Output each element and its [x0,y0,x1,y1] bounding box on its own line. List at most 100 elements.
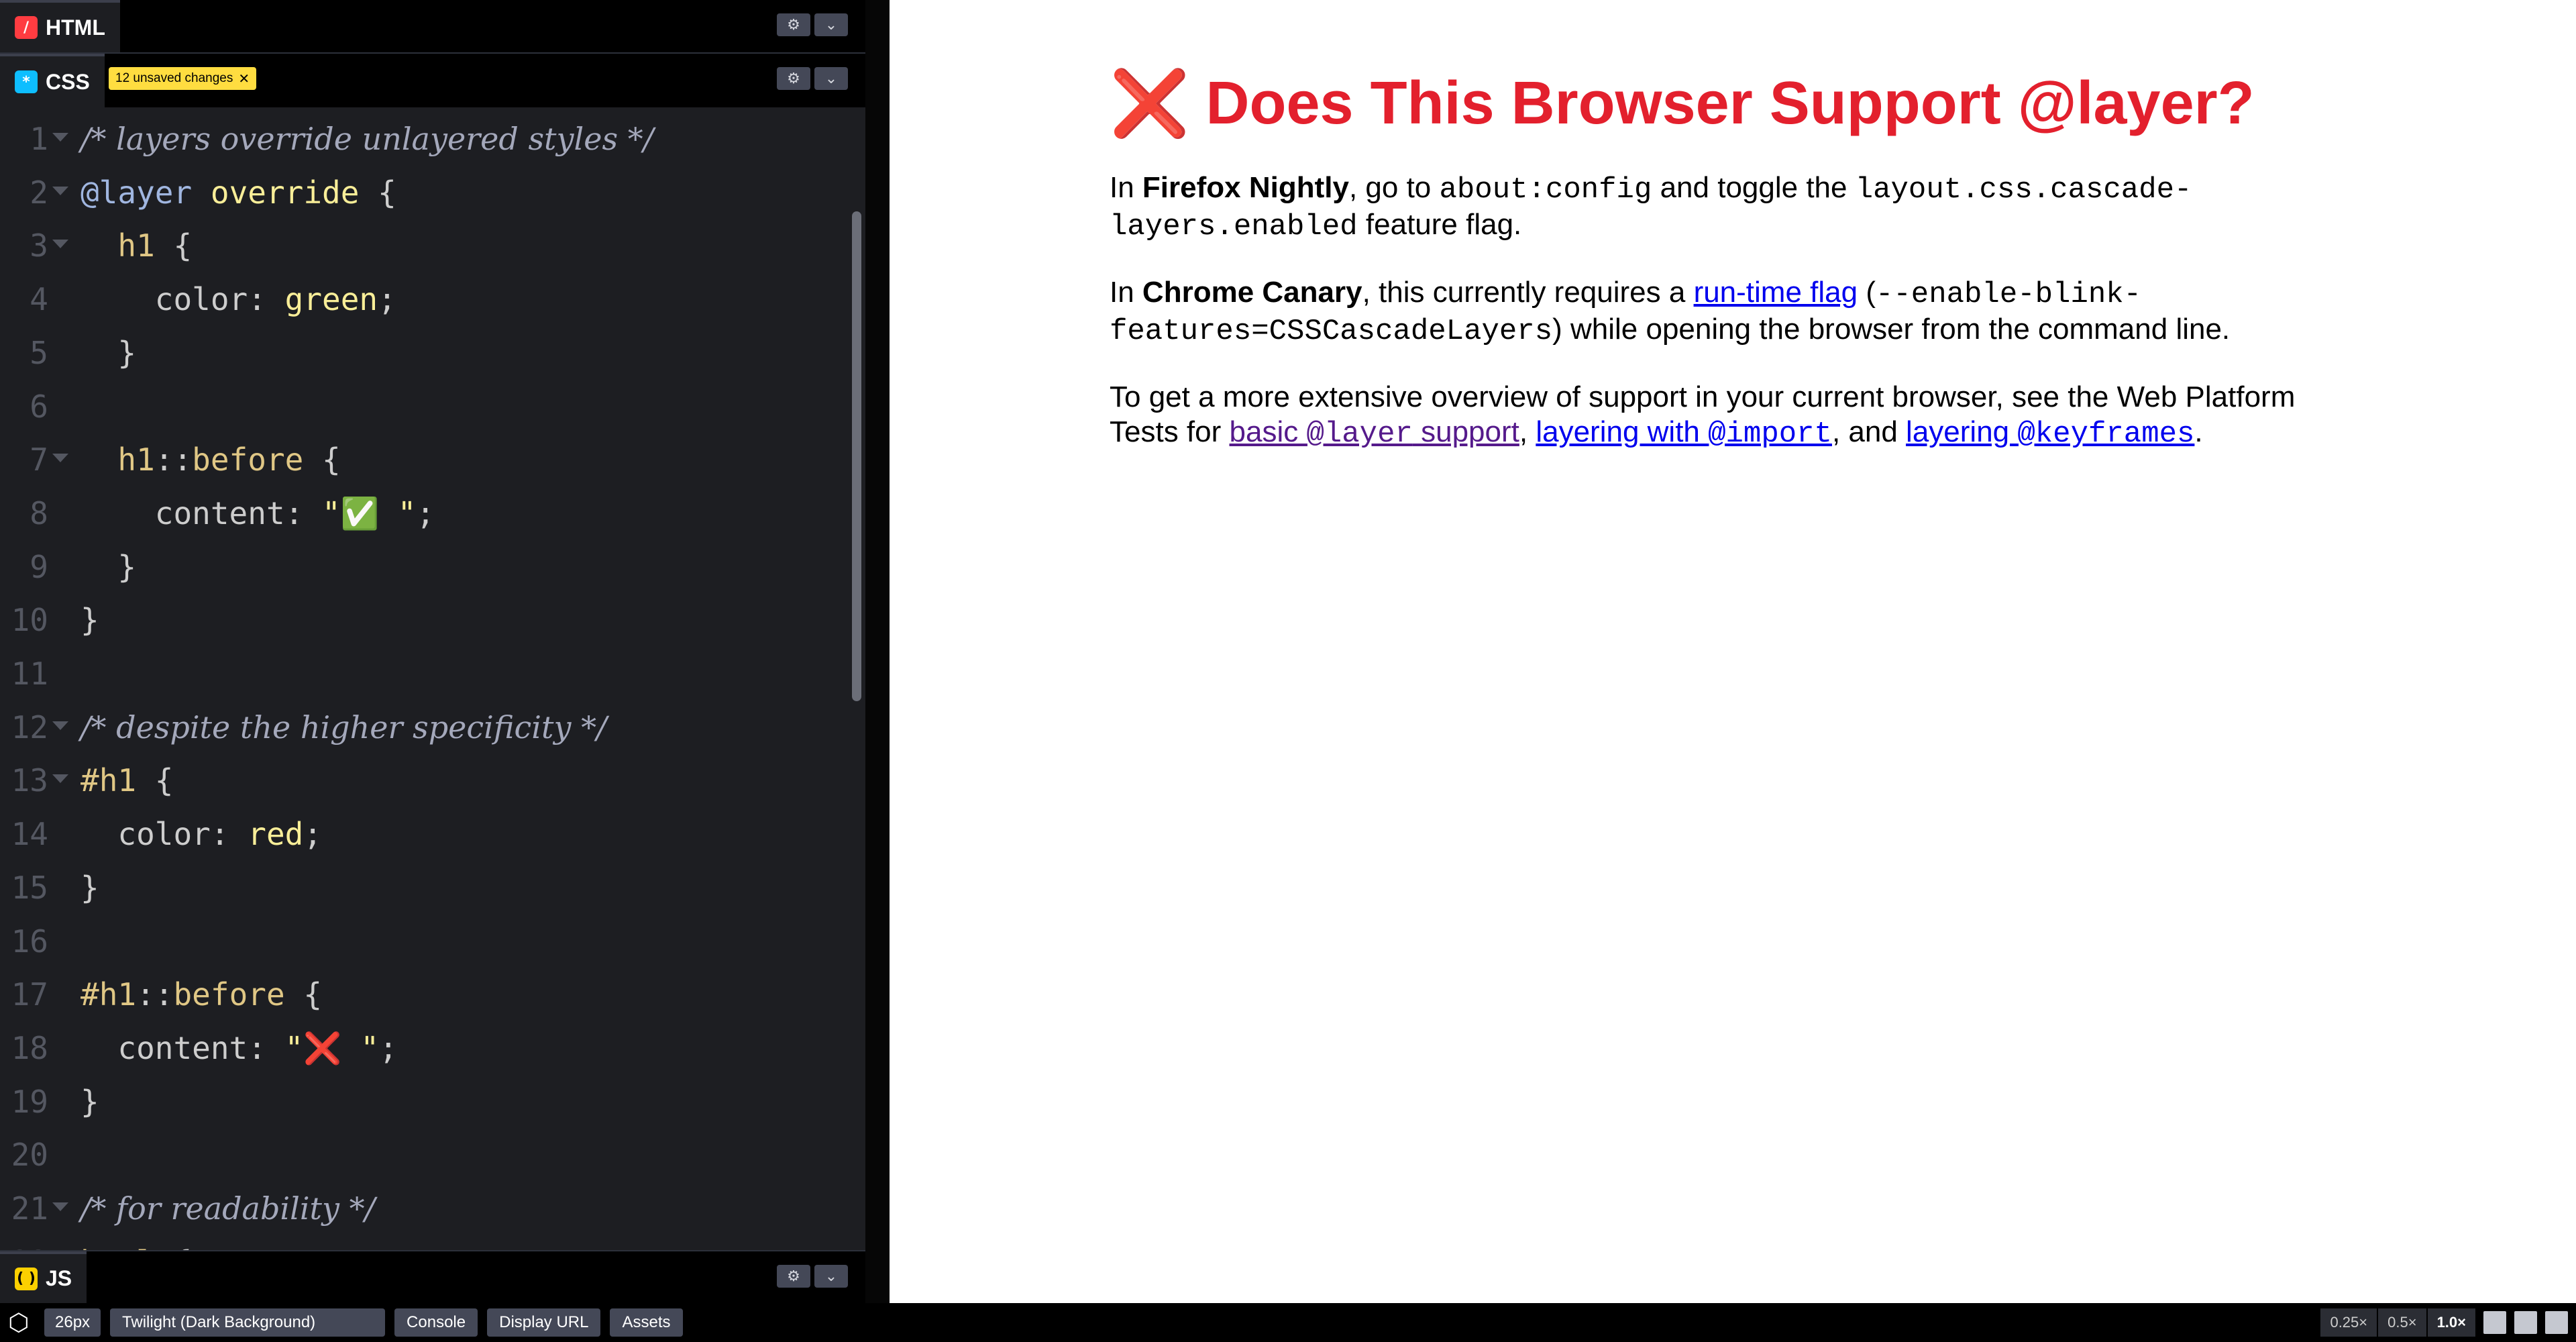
code-text: } [80,869,99,906]
firefox-nightly-label: Firefox Nightly [1142,171,1349,204]
link-text: basic [1229,415,1307,448]
code-line[interactable]: 2 @layer override { [0,166,852,219]
console-button[interactable]: Console [394,1308,478,1337]
editor-column: / HTML ⚙ ⌄ * CSS 12 unsaved changes ✕ ⚙ … [0,0,865,1303]
resize-divider[interactable] [865,0,890,1303]
js-tab-label: JS [46,1266,72,1290]
fold-arrow-icon[interactable] [52,721,68,730]
code-line[interactable]: 9 } [0,541,852,593]
js-panel-header: ( ) JS ⚙ ⌄ [0,1250,865,1303]
code-line[interactable]: 12 /* despite the higher specificity */ [0,701,852,754]
unsaved-changes-badge[interactable]: 12 unsaved changes ✕ [109,67,257,90]
line-number: 17 [11,976,48,1013]
chevron-down-icon: ⌄ [824,1268,838,1285]
css-settings-button[interactable]: ⚙ [777,67,810,90]
line-number: 21 [11,1190,48,1227]
line-number: 10 [11,602,48,639]
js-settings-button[interactable]: ⚙ [777,1265,810,1288]
code-text: content: "✅ "; [154,495,435,531]
fold-arrow-icon[interactable] [52,240,68,249]
js-tab[interactable]: ( ) JS [0,1251,87,1303]
code-line[interactable]: 10} [0,594,852,646]
line-number: 2 [30,174,48,211]
css-code-editor[interactable]: 1 /* layers override unlayered styles */ 2… [0,107,865,1250]
link-code: @keyframes [2017,417,2195,451]
display-url-button[interactable]: Display URL [487,1308,601,1337]
code-line[interactable]: 16 [0,915,852,968]
code-line[interactable]: 4 color: green; [0,273,852,325]
fold-arrow-icon[interactable] [52,1202,68,1211]
zoom-025-button[interactable]: 0.25× [2319,1308,2377,1337]
html-tab[interactable]: / HTML [0,0,120,52]
code-line[interactable]: 3 h1 { [0,219,852,272]
html-icon: / [15,16,38,39]
css-tab-label: CSS [46,69,90,94]
fold-arrow-icon[interactable] [52,774,68,784]
js-collapse-button[interactable]: ⌄ [814,1265,848,1288]
link-text: layering [1906,415,2018,448]
code-text: } [80,548,137,585]
html-tab-label: HTML [46,15,105,40]
code-line[interactable]: 8 content: "✅ "; [0,487,852,539]
code-text: color: red; [117,816,323,853]
line-number: 19 [11,1083,48,1120]
layout-top-icon[interactable] [2514,1311,2537,1334]
code-line[interactable]: 21 /* for readability */ [0,1182,852,1235]
code-text: } [80,1083,99,1120]
code-line[interactable]: 19} [0,1076,852,1128]
line-number: 13 [11,762,48,799]
line-number: 8 [30,495,48,531]
assets-button[interactable]: Assets [610,1308,683,1337]
code-line[interactable]: 22 html { [0,1236,852,1250]
code-line[interactable]: 6 [0,380,852,433]
code-line[interactable]: 5 } [0,327,852,379]
fold-arrow-icon[interactable] [52,454,68,463]
css-icon: * [15,70,38,93]
line-number: 15 [11,869,48,906]
code-text: } [80,602,99,639]
codepen-logo-icon[interactable]: ⬡ [4,1308,34,1337]
code-line[interactable]: 7 h1::before { [0,433,852,486]
layout-left-icon[interactable] [2483,1311,2506,1334]
css-tab[interactable]: * CSS [0,54,105,107]
fold-arrow-icon[interactable] [52,133,68,142]
css-collapse-button[interactable]: ⌄ [814,67,848,90]
zoom-05-button[interactable]: 0.5× [2377,1308,2426,1337]
code-line[interactable]: 20 [0,1129,852,1181]
line-number: 5 [30,334,48,371]
layout-right-icon[interactable] [2545,1311,2568,1334]
code-line[interactable]: 11 [0,648,852,700]
run-time-flag-link[interactable]: run-time flag [1694,276,1858,309]
basic-layer-support-link[interactable]: basic @layer support [1229,415,1519,451]
html-collapse-button[interactable]: ⌄ [814,13,848,36]
fold-arrow-icon[interactable] [52,186,68,195]
text: ) while opening the browser from the com… [1552,313,2231,346]
layering-keyframes-link[interactable]: layering @keyframes [1906,415,2195,451]
code-text: #h1::before { [80,976,323,1013]
code-text: html { [80,1236,192,1250]
code-line[interactable]: 15} [0,862,852,914]
firefox-paragraph: In Firefox Nightly, go to about:config a… [1110,170,2371,244]
line-number: 1 [30,121,48,157]
layering-with-import-link[interactable]: layering with @import [1536,415,1832,451]
code-line[interactable]: 13 #h1 { [0,754,852,807]
editor-scrollbar[interactable] [852,211,861,701]
theme-select[interactable]: Twilight (Dark Background) [110,1308,386,1337]
zoom-10-button[interactable]: 1.0× [2426,1308,2475,1337]
line-number: 3 [30,227,48,264]
html-settings-button[interactable]: ⚙ [777,13,810,36]
close-icon[interactable]: ✕ [238,70,250,87]
code-text: } [80,334,137,371]
font-size-button[interactable]: 26px [44,1308,101,1337]
gear-icon: ⚙ [787,16,800,34]
code-text: /* layers override unlayered styles */ [80,121,654,157]
code-line[interactable]: 1 /* layers override unlayered styles */ [0,113,852,165]
bottom-toolbar: ⬡ 26px Twilight (Dark Background) Consol… [0,1303,2576,1342]
preview-pane: ❌ Does This Browser Support @layer? In F… [890,0,2576,1303]
code-text: #h1 { [80,762,174,799]
code-text: /* despite the higher specificity */ [80,709,607,745]
line-number: 22 [0,1236,48,1250]
code-line[interactable]: 18 content: "❌ "; [0,1022,852,1074]
code-line[interactable]: 14 color: red; [0,808,852,860]
code-line[interactable]: 17 #h1::before { [0,968,852,1021]
